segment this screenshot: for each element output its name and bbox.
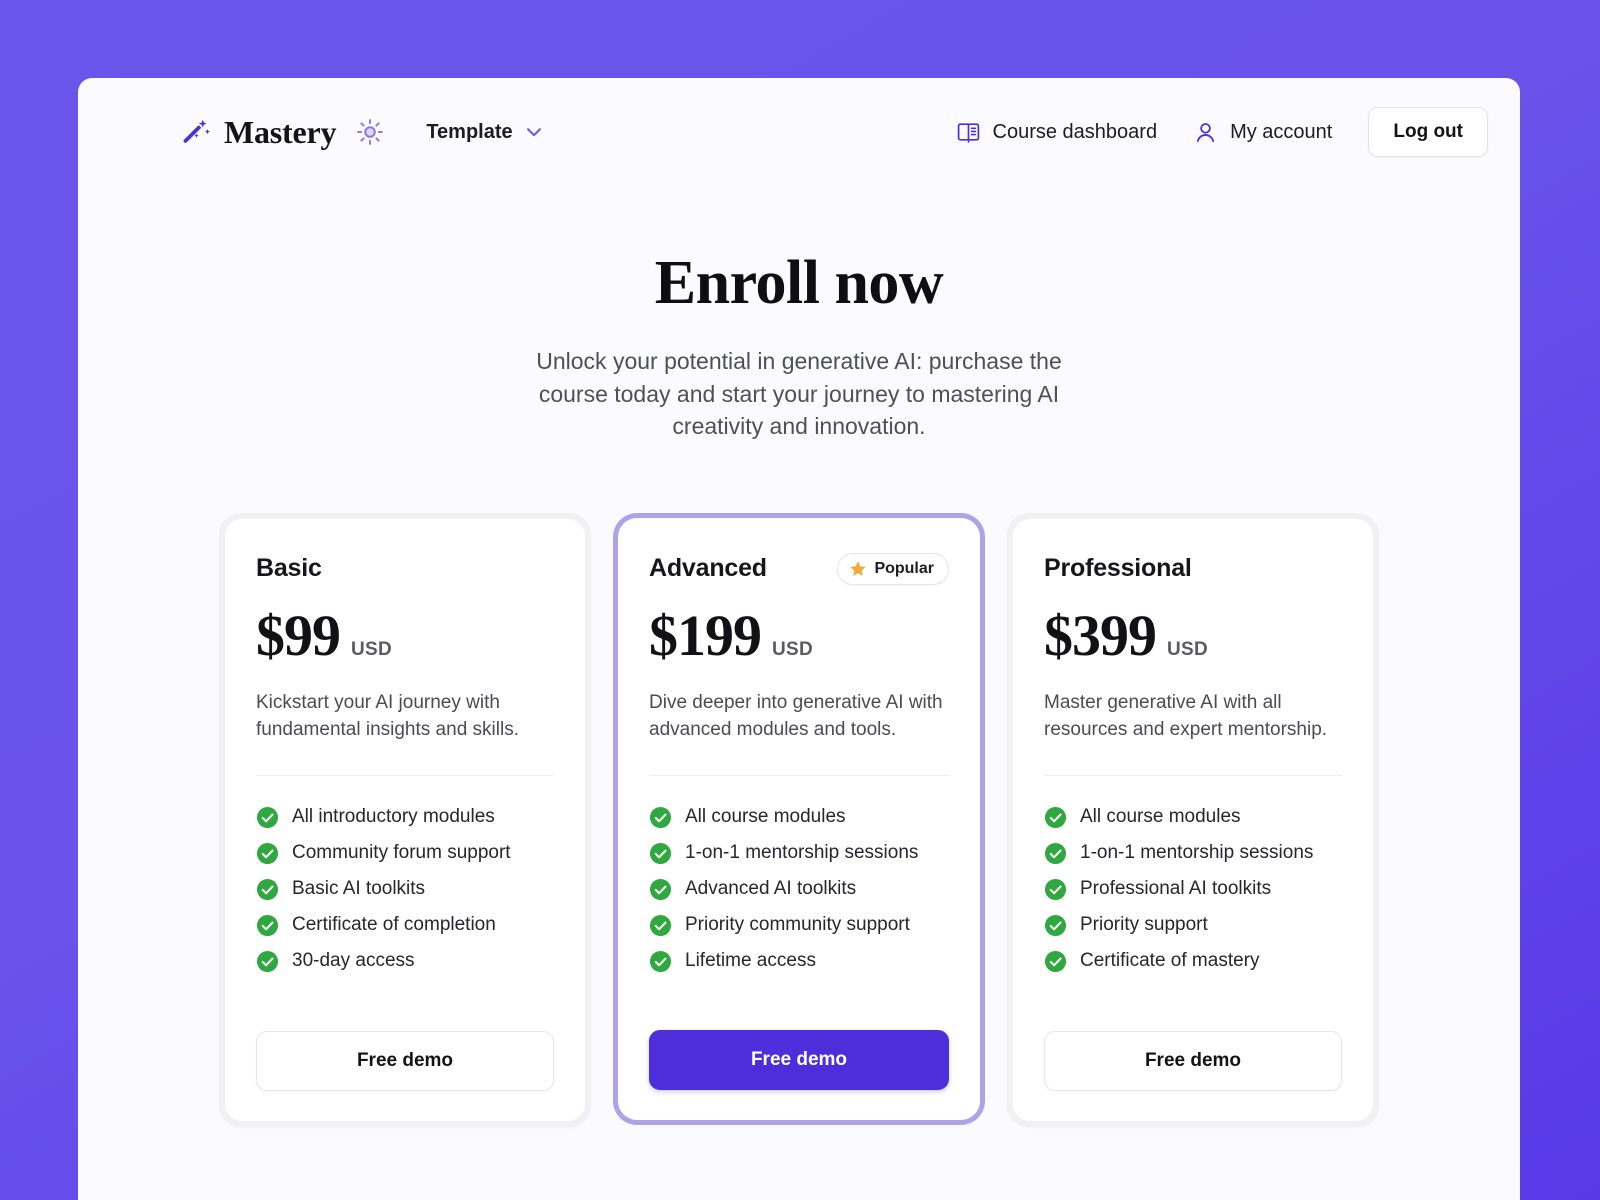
plan-price-row: $399 USD xyxy=(1044,602,1342,668)
nav-my-account[interactable]: My account xyxy=(1193,120,1332,145)
list-item: 1-on-1 mentorship sessions xyxy=(1044,842,1342,865)
popular-badge-label: Popular xyxy=(874,559,934,577)
template-label: Template xyxy=(426,120,513,143)
nav-my-account-label: My account xyxy=(1230,120,1333,143)
check-circle-icon xyxy=(649,914,672,936)
list-item: 1-on-1 mentorship sessions xyxy=(649,842,949,865)
check-circle-icon xyxy=(256,842,279,864)
pricing-card-advanced: Advanced Popular $199 USD Dive deeper in… xyxy=(613,512,985,1125)
list-item: Lifetime access xyxy=(649,950,949,973)
list-item: Priority community support xyxy=(649,914,949,937)
plan-description: Master generative AI with all resources … xyxy=(1044,690,1342,776)
list-item: 30-day access xyxy=(256,950,554,973)
plan-price-row: $99 USD xyxy=(256,602,554,668)
check-circle-icon xyxy=(1044,950,1067,972)
feature-label: Priority support xyxy=(1080,914,1208,936)
plan-price-row: $199 USD xyxy=(649,602,949,668)
pricing-card-professional: Professional $399 USD Master generative … xyxy=(1007,512,1379,1127)
list-item: Priority support xyxy=(1044,914,1342,937)
app-panel: Mastery Template Course dashboard My acc… xyxy=(78,78,1520,1200)
template-dropdown[interactable]: Template xyxy=(426,121,544,144)
feature-label: All course modules xyxy=(685,806,846,828)
check-circle-icon xyxy=(1044,878,1067,900)
nav-course-dashboard-label: Course dashboard xyxy=(992,120,1158,143)
feature-label: Certificate of completion xyxy=(292,914,496,936)
list-item: Certificate of completion xyxy=(256,914,554,937)
logout-button[interactable]: Log out xyxy=(1368,107,1488,157)
check-circle-icon xyxy=(256,914,279,936)
card-header: Basic xyxy=(256,551,554,587)
list-item: Basic AI toolkits xyxy=(256,878,554,901)
feature-label: 1-on-1 mentorship sessions xyxy=(1080,842,1314,864)
chevron-down-icon xyxy=(526,128,541,137)
star-icon xyxy=(850,561,867,576)
check-circle-icon xyxy=(649,878,672,900)
plan-features: All course modules 1-on-1 mentorship ses… xyxy=(649,806,949,973)
list-item: Professional AI toolkits xyxy=(1044,878,1342,901)
list-item: All introductory modules xyxy=(256,806,554,829)
check-circle-icon xyxy=(1044,806,1067,828)
sun-icon[interactable] xyxy=(356,118,384,146)
feature-label: All course modules xyxy=(1080,806,1241,828)
plan-name: Professional xyxy=(1044,554,1192,583)
magic-wand-icon xyxy=(183,119,211,143)
hero-section: Enroll now Unlock your potential in gene… xyxy=(78,186,1520,443)
feature-label: Advanced AI toolkits xyxy=(685,878,857,900)
feature-label: Lifetime access xyxy=(685,950,816,972)
feature-label: 30-day access xyxy=(292,950,415,972)
feature-label: 1-on-1 mentorship sessions xyxy=(685,842,919,864)
list-item: Certificate of mastery xyxy=(1044,950,1342,973)
feature-label: Basic AI toolkits xyxy=(292,878,426,900)
feature-label: Priority community support xyxy=(685,914,910,936)
plan-name: Basic xyxy=(256,554,322,583)
brand-name: Mastery xyxy=(224,113,337,150)
list-item: Community forum support xyxy=(256,842,554,865)
popular-badge: Popular xyxy=(837,552,949,585)
list-item: All course modules xyxy=(1044,806,1342,829)
check-circle-icon xyxy=(256,806,279,828)
free-demo-button[interactable]: Free demo xyxy=(1044,1030,1342,1091)
check-circle-icon xyxy=(256,950,279,972)
plan-currency: USD xyxy=(1167,638,1209,660)
check-circle-icon xyxy=(649,806,672,828)
check-circle-icon xyxy=(649,950,672,972)
pricing-card-basic: Basic $99 USD Kickstart your AI journey … xyxy=(219,512,591,1127)
page-title: Enroll now xyxy=(654,249,944,317)
check-circle-icon xyxy=(256,878,279,900)
book-icon xyxy=(957,122,979,143)
free-demo-button[interactable]: Free demo xyxy=(649,1029,949,1090)
plan-currency: USD xyxy=(351,638,393,660)
plan-description: Kickstart your AI journey with fundament… xyxy=(256,690,554,776)
brand-logo[interactable]: Mastery xyxy=(182,113,337,151)
nav-course-dashboard[interactable]: Course dashboard xyxy=(956,120,1158,145)
plan-features: All course modules 1-on-1 mentorship ses… xyxy=(1044,806,1342,973)
pricing-cards: Basic $99 USD Kickstart your AI journey … xyxy=(78,512,1520,1127)
plan-price: $399 xyxy=(1044,602,1157,668)
page-subtitle: Unlock your potential in generative AI: … xyxy=(536,348,1062,440)
plan-name: Advanced xyxy=(649,554,767,583)
user-icon xyxy=(1197,122,1215,142)
check-circle-icon xyxy=(1044,842,1067,864)
plan-currency: USD xyxy=(772,638,814,660)
plan-price: $199 xyxy=(649,602,762,668)
card-header: Advanced Popular xyxy=(649,551,949,587)
check-circle-icon xyxy=(1044,914,1067,936)
free-demo-button[interactable]: Free demo xyxy=(256,1030,554,1091)
feature-label: Professional AI toolkits xyxy=(1080,878,1272,900)
plan-description: Dive deeper into generative AI with adva… xyxy=(649,690,949,776)
feature-label: Certificate of mastery xyxy=(1080,950,1260,972)
check-circle-icon xyxy=(649,842,672,864)
top-navbar: Mastery Template Course dashboard My acc… xyxy=(78,78,1520,186)
feature-label: Community forum support xyxy=(292,842,511,864)
feature-label: All introductory modules xyxy=(292,806,495,828)
plan-features: All introductory modules Community forum… xyxy=(256,806,554,973)
card-header: Professional xyxy=(1044,551,1342,587)
plan-price: $99 xyxy=(256,602,341,668)
list-item: Advanced AI toolkits xyxy=(649,878,949,901)
header-actions: Course dashboard My account Log out xyxy=(956,107,1488,157)
list-item: All course modules xyxy=(649,806,949,829)
